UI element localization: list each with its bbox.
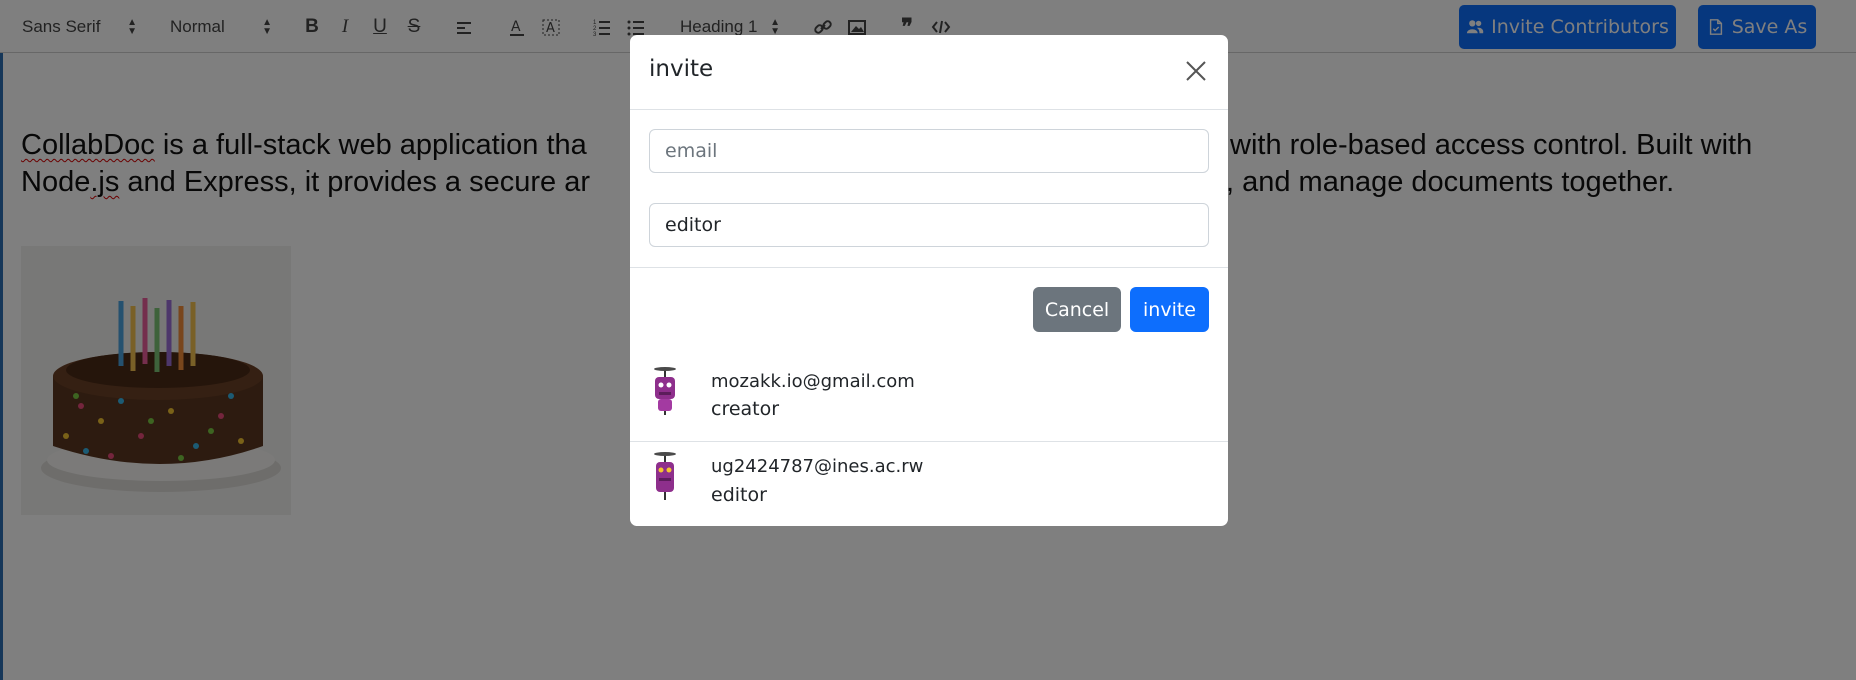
modal-footer-divider xyxy=(630,267,1228,268)
contributor-row: mozakk.io@gmail.com creator xyxy=(630,355,1228,441)
avatar xyxy=(649,450,681,502)
contributor-role: editor xyxy=(711,484,767,506)
contributor-email: ug2424787@ines.ac.rw xyxy=(711,456,924,477)
avatar xyxy=(649,365,681,417)
contributor-email: mozakk.io@gmail.com xyxy=(711,371,915,392)
close-icon[interactable] xyxy=(1183,58,1209,84)
email-input[interactable] xyxy=(649,129,1209,173)
cancel-button[interactable]: Cancel xyxy=(1033,287,1121,332)
contributor-row: ug2424787@ines.ac.rw editor xyxy=(630,441,1228,526)
invite-button[interactable]: invite xyxy=(1130,287,1209,332)
role-select-value: editor xyxy=(665,214,721,236)
modal-header: invite xyxy=(630,35,1228,110)
modal-title: invite xyxy=(649,56,714,82)
invite-modal: invite editor Cancel invite mozakk.io@gm… xyxy=(630,35,1228,526)
role-select[interactable]: editor xyxy=(649,203,1209,247)
contributor-role: creator xyxy=(711,398,780,420)
